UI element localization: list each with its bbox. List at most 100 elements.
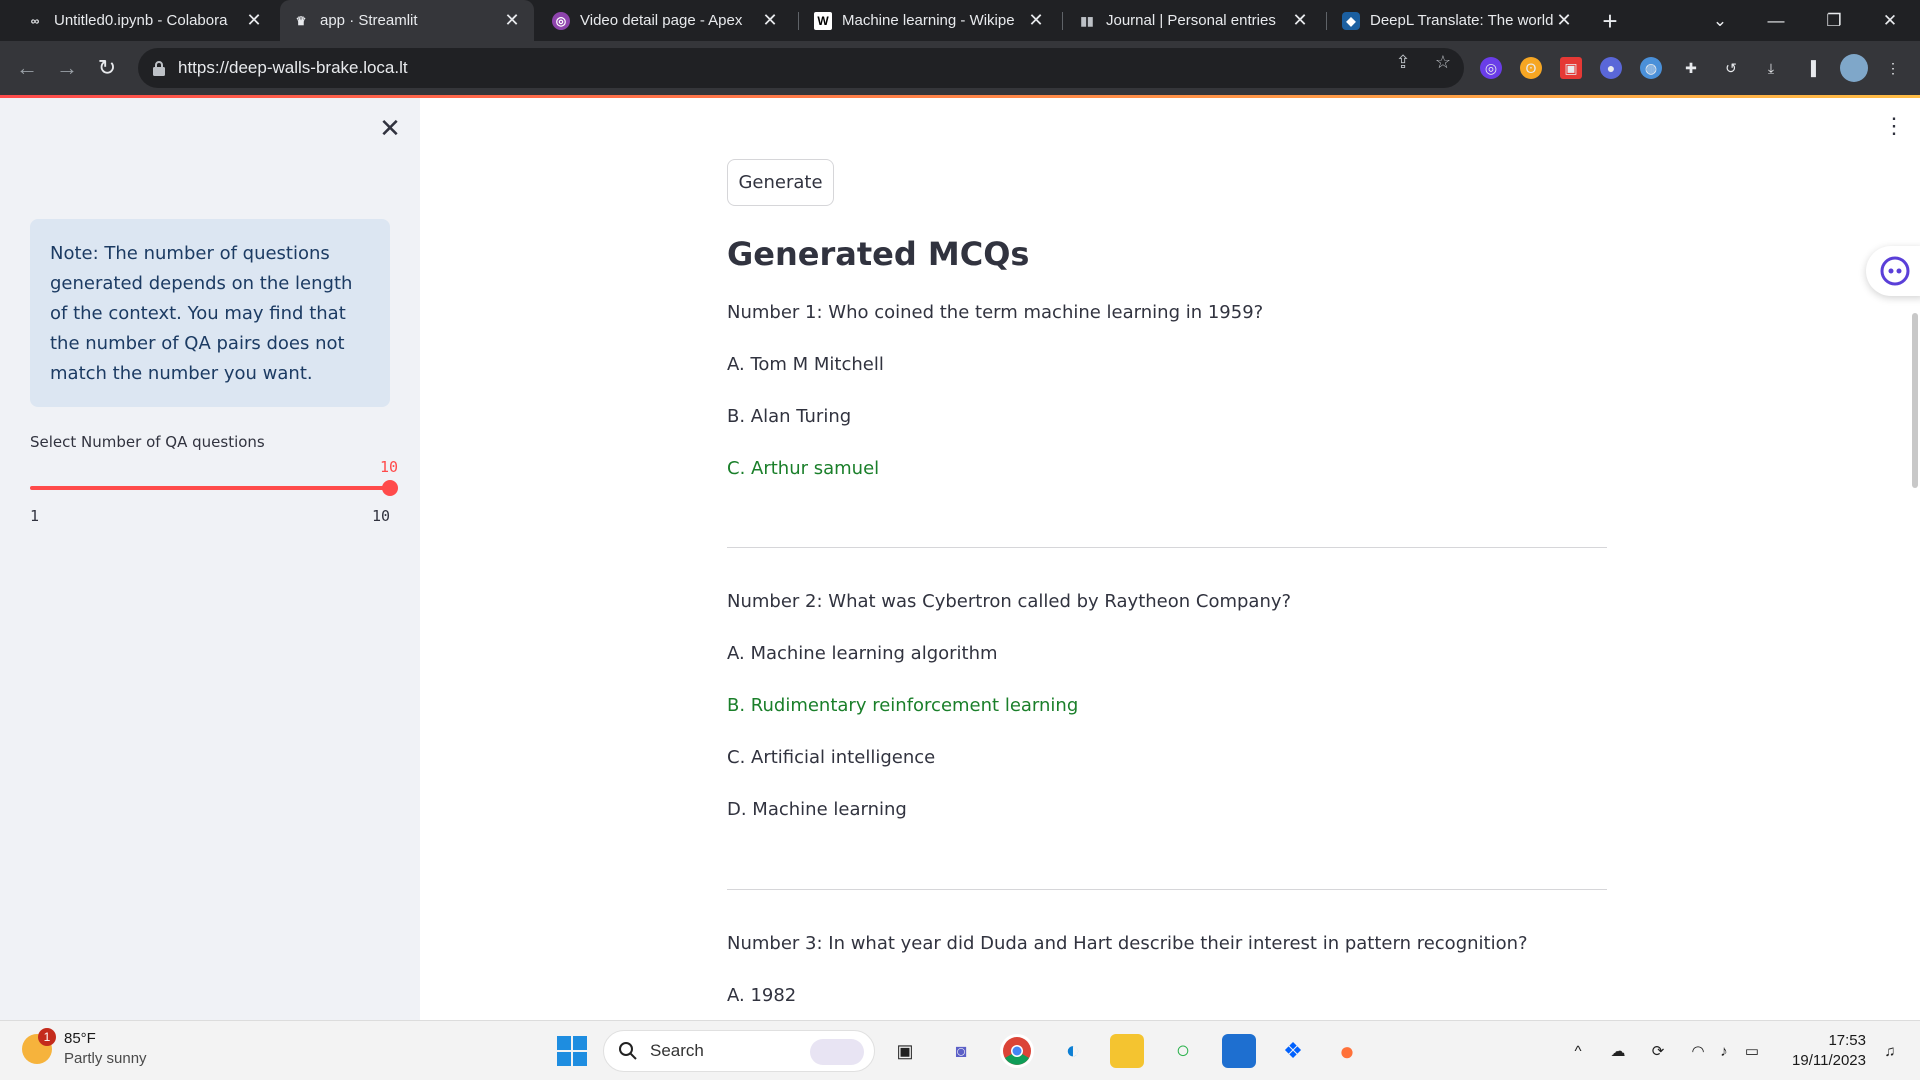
divider [727,547,1607,548]
slider-label: Select Number of QA questions [30,433,265,451]
reload-button[interactable]: ↻ [90,51,124,85]
slider-min-label: 1 [30,507,40,525]
search-icon [619,1042,637,1060]
answer-option: A. Tom M Mitchell [727,354,884,375]
wifi-icon[interactable]: ◠ [1686,1039,1710,1063]
tab-title: Journal | Personal entries [1106,12,1276,29]
tab-title: Untitled0.ipynb - Colabora [54,12,228,29]
tab-journal[interactable]: ▮▮ Journal | Personal entries ✕ [1066,0,1322,41]
streamlit-icon: ♛ [295,13,307,28]
chrome-icon[interactable] [1000,1034,1034,1068]
close-icon[interactable]: ✕ [502,10,522,31]
close-icon[interactable]: ✕ [244,10,264,31]
tab-streamlit[interactable]: ♛ app · Streamlit ✕ [280,0,534,41]
weather-widget[interactable]: 1 85°F Partly sunny [22,1028,147,1069]
close-icon[interactable]: ✕ [1026,10,1046,31]
assistant-bot-button[interactable] [1866,246,1920,296]
deepl-icon: ◆ [1342,11,1360,30]
clock-time: 17:53 [1828,1032,1866,1049]
search-highlight-illustration [810,1039,864,1065]
scrollbar[interactable] [1912,313,1918,488]
tab-apex[interactable]: ◎ Video detail page - Apex ✕ [540,0,792,41]
forward-button[interactable]: → [50,51,84,85]
slider-track[interactable] [30,486,390,490]
extension-bot-icon[interactable]: ● [1600,57,1622,79]
clock-date: 19/11/2023 [1792,1052,1866,1069]
tab-colab[interactable]: ∞ Untitled0.ipynb - Colabora ✕ [14,0,276,41]
extension-sync-icon[interactable]: ↺ [1720,57,1742,79]
extension-pocket-icon[interactable]: ▣ [1560,57,1582,79]
close-icon[interactable]: ✕ [760,10,780,31]
profile-avatar[interactable] [1840,54,1868,82]
notifications-bell-icon[interactable]: ♫ [1878,1039,1902,1063]
tab-separator [798,12,799,30]
tab-separator [1326,12,1327,30]
tray-overflow-chevron-icon[interactable]: ^ [1566,1039,1590,1063]
tab-title: app · Streamlit [320,12,418,29]
taskbar: 1 85°F Partly sunny Search ▣ ◙ ◐ ○ ❖ ● ^… [0,1020,1920,1080]
close-icon[interactable]: ✕ [1554,10,1574,31]
search-label: Search [650,1041,704,1060]
answer-option: A. Machine learning algorithm [727,643,998,664]
share-icon[interactable]: ⇪ [1392,51,1414,73]
ring-app-icon[interactable]: ○ [1166,1034,1200,1068]
edge-icon[interactable]: ◐ [1056,1034,1090,1068]
question-text: Number 1: Who coined the term machine le… [727,302,1264,323]
extensions-puzzle-icon[interactable]: ✚ [1680,57,1702,79]
teams-chat-icon[interactable]: ◙ [944,1034,978,1068]
answer-option: D. Machine learning [727,799,907,820]
address-bar[interactable]: https://deep-walls-brake.loca.lt [138,48,1464,88]
answer-option: B. Alan Turing [727,406,852,427]
journal-icon: ▮▮ [1080,13,1094,28]
generate-button[interactable]: Generate [727,159,834,206]
wikipedia-icon: W [814,11,832,30]
back-button[interactable]: ← [10,51,44,85]
minimize-button[interactable]: — [1748,0,1804,41]
volume-icon[interactable]: ♪ [1712,1039,1736,1063]
browser-menu-icon[interactable]: ⋮ [1882,57,1904,79]
app-menu-icon[interactable]: ⋮ [1883,113,1905,138]
dropbox-icon[interactable]: ❖ [1276,1034,1310,1068]
taskbar-search[interactable]: Search [603,1030,875,1072]
store-icon[interactable] [1222,1034,1256,1068]
firefox-icon[interactable]: ● [1330,1034,1364,1068]
weather-description: Partly sunny [64,1050,147,1067]
battery-icon[interactable]: ▭ [1740,1039,1764,1063]
onedrive-warning-icon[interactable]: ☁ [1606,1039,1630,1063]
extension-globe-icon[interactable]: ◍ [1640,57,1662,79]
url-text: https://deep-walls-brake.loca.lt [178,58,408,77]
start-button[interactable] [557,1036,587,1066]
question-text: Number 3: In what year did Duda and Hart… [727,933,1528,954]
download-icon[interactable]: ⤓ [1760,57,1782,79]
extension-apex-icon[interactable]: ◎ [1480,57,1502,79]
close-sidebar-icon[interactable]: ✕ [376,113,404,143]
bookmark-star-icon[interactable]: ☆ [1432,51,1454,73]
slider-thumb[interactable] [382,480,398,496]
restore-button[interactable]: ❐ [1806,0,1862,41]
divider [727,889,1607,890]
bot-face-icon [1880,256,1910,286]
tab-deepl[interactable]: ◆ DeepL Translate: The world ✕ [1330,0,1586,41]
colab-icon: ∞ [30,13,40,28]
side-panel-icon[interactable]: ▐ [1800,57,1822,79]
file-explorer-icon[interactable] [1110,1034,1144,1068]
weather-sun-icon: 1 [22,1028,56,1064]
browser-toolbar: ← → ↻ https://deep-walls-brake.loca.lt ⇪… [0,41,1920,95]
sidebar: ✕ Note: The number of questions generate… [0,98,420,1020]
slider-current-value: 10 [379,458,398,476]
extension-owl-icon[interactable]: ʘ [1520,57,1542,79]
weather-temperature: 85°F [64,1030,96,1047]
system-clock[interactable]: 17:53 19/11/2023 [1782,1031,1866,1071]
close-window-button[interactable]: ✕ [1862,0,1918,41]
correct-answer-option: B. Rudimentary reinforcement learning [727,695,1079,716]
new-tab-button[interactable]: + [1595,6,1625,36]
correct-answer-option: C. Arthur samuel [727,458,880,479]
info-note: Note: The number of questions generated … [30,219,390,407]
tab-wikipedia[interactable]: W Machine learning - Wikipe ✕ [802,0,1058,41]
slider-max-label: 10 [371,507,390,525]
tab-search-chevron-icon[interactable]: ⌄ [1692,0,1748,41]
task-view-icon[interactable]: ▣ [888,1034,922,1068]
answer-option: A. 1982 [727,985,797,1006]
close-icon[interactable]: ✕ [1290,10,1310,31]
sync-icon[interactable]: ⟳ [1646,1039,1670,1063]
